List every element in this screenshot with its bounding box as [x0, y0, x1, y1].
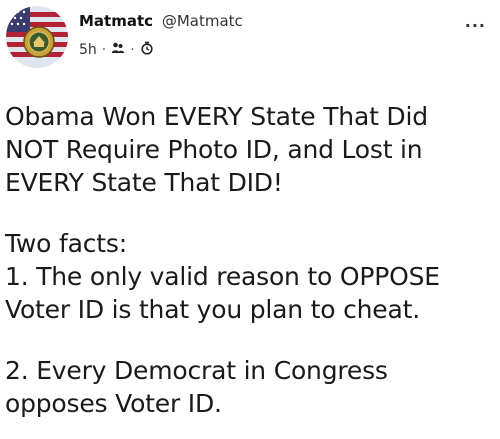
friends-icon[interactable]: [111, 41, 125, 59]
author-line: Matmatc @Matmatc: [79, 12, 243, 30]
flag-seal-avatar-icon: [6, 6, 68, 68]
custom-list-icon[interactable]: [140, 41, 154, 59]
post-meta: 5h · ·: [79, 41, 154, 59]
post-header: Matmatc @Matmatc 5h · · ···: [0, 0, 500, 80]
post-text-line: 2. Every Democrat in Congress: [5, 356, 388, 385]
post-text-line: Obama Won EVERY State That Did: [5, 102, 428, 131]
post-text-line: opposes Voter ID.: [5, 389, 222, 418]
post-text-line: NOT Require Photo ID, and Lost in: [5, 135, 423, 164]
avatar[interactable]: [6, 6, 68, 68]
meta-separator: ·: [101, 42, 107, 58]
post-text-line: Two facts:: [5, 229, 127, 258]
post-text-line: 1. The only valid reason to OPPOSE: [5, 262, 440, 291]
meta-separator: ·: [130, 42, 135, 58]
more-options-icon[interactable]: ···: [465, 16, 486, 35]
author-name[interactable]: Matmatc: [79, 12, 153, 30]
post-text-line: Voter ID is that you plan to cheat.: [5, 295, 420, 324]
author-handle[interactable]: @Matmatc: [162, 12, 243, 30]
post-text: Obama Won EVERY State That Did NOT Requi…: [5, 100, 497, 420]
post-text-line: EVERY State That DID!: [5, 168, 283, 197]
post-time[interactable]: 5h: [79, 42, 97, 58]
